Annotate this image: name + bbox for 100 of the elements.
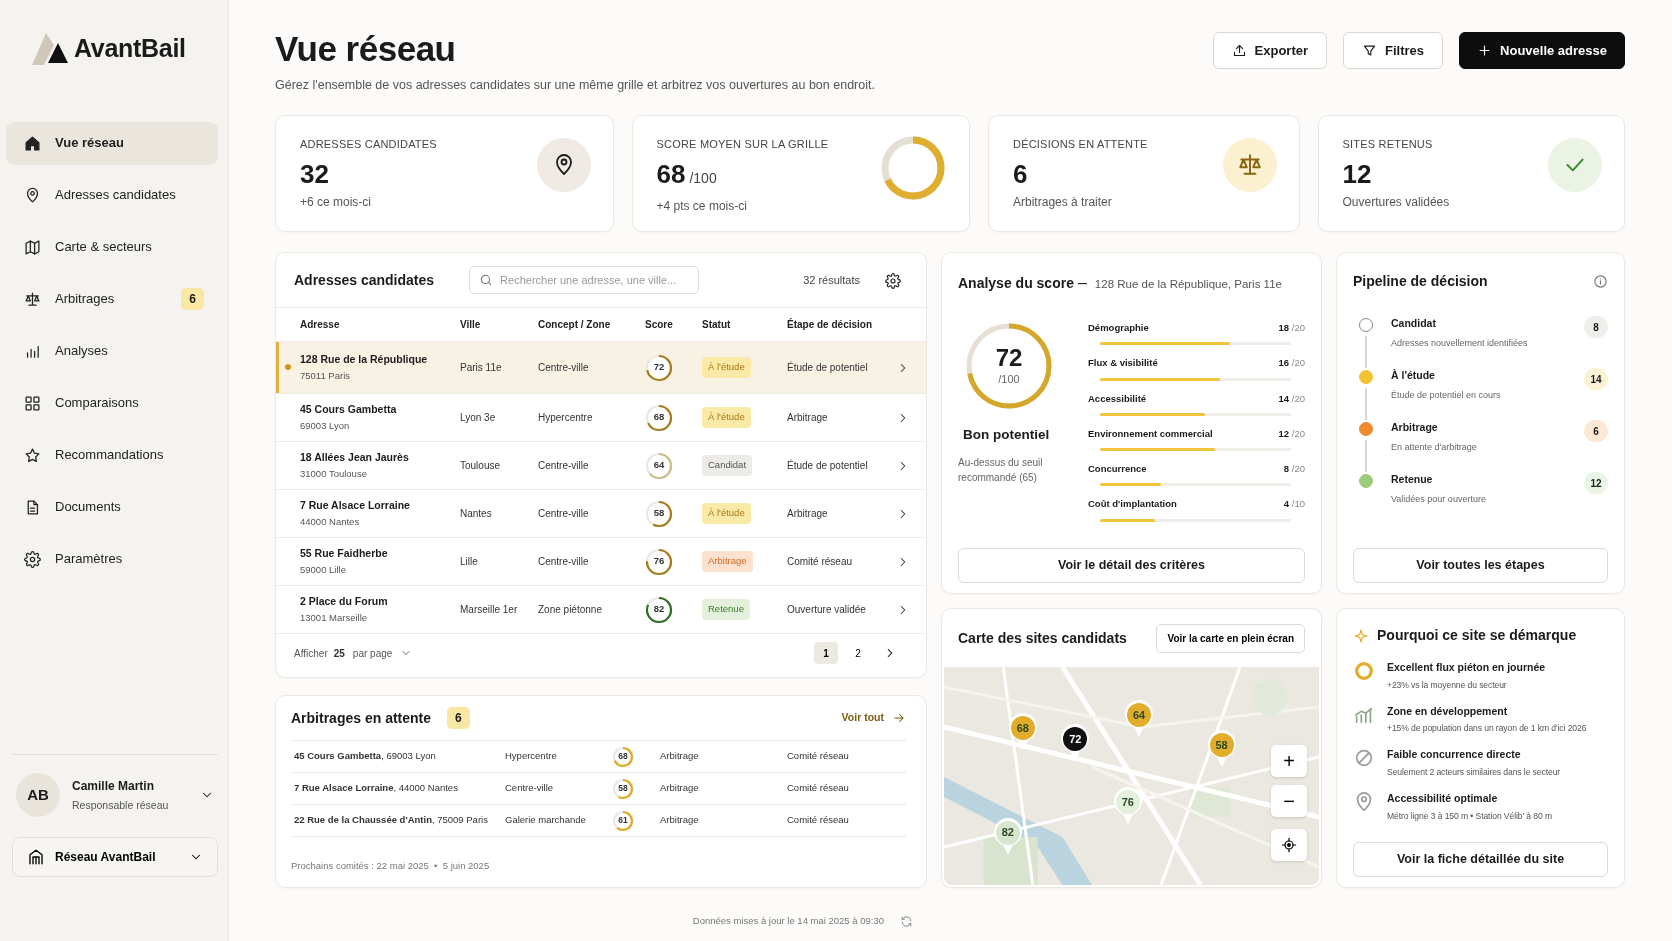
card-title: Analyse du score	[958, 274, 1074, 293]
info-icon	[1593, 274, 1608, 289]
card-subtitle: 128 Rue de la République, Paris 11e	[1094, 277, 1282, 292]
upload-icon	[1231, 43, 1247, 58]
step-name: À l'étude	[1391, 368, 1436, 383]
criterion-score: 16 /20	[1278, 356, 1305, 371]
page-button[interactable]: 1	[814, 642, 838, 664]
table-cell-text: Arbitrage	[660, 749, 700, 764]
kpi-note: Ouvertures validées	[1342, 193, 1450, 211]
reason-description: Métro ligne 3 à 150 m • Station Vélib' à 80 m	[1387, 809, 1552, 823]
kpi-label: SITES RETENUS	[1342, 137, 1434, 152]
locate-button[interactable]	[1271, 829, 1307, 861]
map-pin[interactable]: 76	[1112, 787, 1143, 826]
table-cell-text: Zone piétonne	[538, 603, 603, 617]
workspace-selector[interactable]: Réseau AvantBail	[12, 837, 218, 877]
table-cell-text: Arbitrage	[660, 781, 700, 796]
score-ring: 58	[645, 499, 673, 528]
table-row[interactable]: 18 Allées Jean Jaurès 31000 Toulouse Toulouse Centre-ville 64 Candidat Étude de potentiel	[276, 442, 926, 490]
kpi-note: Arbitrages à traiter	[1013, 193, 1113, 211]
zoom-in-button[interactable]: +	[1271, 745, 1307, 777]
postcode-text: 75011 Paris	[300, 369, 351, 384]
site-detail-button[interactable]: Voir la fiche détaillée du site	[1353, 842, 1608, 877]
criterion-score: 14 /20	[1278, 391, 1305, 406]
sidebar-item[interactable]: Carte & secteurs	[6, 225, 218, 269]
criterion-name: Coût d'implantation	[1088, 497, 1177, 512]
page-button[interactable]: 2	[846, 642, 870, 664]
postcode-text: 31000 Toulouse	[300, 467, 368, 482]
sidebar-item[interactable]: Recommandations	[6, 433, 218, 477]
see-all-link[interactable]: Voir tout	[841, 710, 906, 726]
score-ring: 64	[645, 451, 673, 480]
address-text: 55 Rue Faidherbe	[300, 545, 389, 561]
table-cell-text: Comité réseau	[787, 813, 850, 828]
map-pin[interactable]: 82	[992, 817, 1023, 856]
column-header: Étape de décision	[787, 317, 874, 332]
table-row[interactable]: 2 Place du Forum 13001 Marseille Marseille 1er Zone piétonne 82 Retenue Ouverture validée	[276, 586, 926, 634]
reason-title: Faible concurrence directe	[1387, 747, 1522, 763]
kpi-label: SCORE MOYEN SUR LA GRILLE	[656, 137, 829, 152]
table-cell-text: Hypercentre	[538, 411, 594, 425]
logo-icon	[32, 32, 70, 65]
filter-button[interactable]: Filtres	[1343, 32, 1444, 69]
address-text: 128 Rue de la République	[300, 351, 429, 367]
per-page-selector[interactable]: 25 par page	[333, 645, 413, 661]
sidebar-item[interactable]: Analyses	[6, 329, 218, 373]
sidebar-item[interactable]: Paramètres	[6, 537, 218, 581]
score-ring: 68	[612, 745, 634, 768]
sidebar-item[interactable]: Vue réseau	[6, 121, 218, 165]
table-cell-text: Ouverture validée	[787, 603, 867, 617]
sidebar-item[interactable]: Documents	[6, 485, 218, 529]
column-header: Adresse	[300, 318, 341, 332]
status-tag: Arbitrage	[702, 551, 753, 572]
criteria-detail-button[interactable]: Voir le détail des critères	[958, 548, 1305, 583]
card-title: Arbitrages en attente	[291, 708, 432, 728]
status-tag: À l'étude	[702, 503, 751, 524]
table-cell-text: Centre-ville	[538, 555, 590, 569]
search-field[interactable]: Rechercher une adresse, une ville...	[469, 266, 700, 294]
zoom-out-button[interactable]: −	[1271, 785, 1307, 817]
address-text: 45 Cours Gambetta, 69003 Lyon	[294, 749, 437, 764]
sidebar-item[interactable]: Adresses candidates	[6, 173, 218, 217]
table-row[interactable]: 55 Rue Faidherbe 59000 Lille Lille Centre-ville 76 Arbitrage Comité réseau	[276, 538, 926, 586]
address-text: 18 Allées Jean Jaurès	[300, 449, 410, 465]
export-button[interactable]: Exporter	[1212, 32, 1328, 69]
status-tag: À l'étude	[702, 407, 751, 428]
card-title: Carte des sites candidats	[958, 628, 1127, 648]
count-badge: 6	[447, 707, 470, 729]
reason-description: Seulement 2 acteurs similaires dans le secteur	[1387, 766, 1561, 779]
map-pin[interactable]: 64	[1124, 699, 1154, 738]
fullscreen-map-button[interactable]: Voir la carte en plein écran	[1156, 623, 1305, 653]
filter-icon	[1362, 43, 1378, 58]
sidebar-item[interactable]: Arbitrages 6	[6, 277, 218, 321]
table-cell-text: Lille	[460, 555, 479, 569]
column-header: Statut	[702, 318, 732, 332]
table-cell-text: Paris 11e	[460, 361, 503, 375]
step-name: Arbitrage	[1391, 420, 1439, 435]
table-cell-text: Comité réseau	[787, 749, 850, 764]
new-address-button[interactable]: Nouvelle adresse	[1459, 32, 1625, 69]
score-verdict: Bon potentiel	[963, 426, 1051, 444]
search-icon	[479, 273, 494, 287]
address-text: 7 Rue Alsace Lorraine, 44000 Nantes	[294, 781, 459, 796]
user-role: Responsable réseau	[72, 797, 170, 813]
kpi-note: +6 ce mois-ci	[300, 193, 373, 211]
address-text: 2 Place du Forum	[300, 593, 389, 609]
kpi-value: 12	[1342, 158, 1372, 189]
map-pin[interactable]: 58	[1206, 730, 1237, 769]
update-note: Données mises à jour le 14 mai 2025 à 09:30	[692, 913, 884, 928]
step-description: Étude de potentiel en cours	[1391, 388, 1501, 402]
table-cell-text: Marseille 1er	[460, 603, 519, 617]
sidebar-item[interactable]: Comparaisons	[6, 381, 218, 425]
map-pin[interactable]: 68	[1007, 713, 1038, 752]
step-count: 12	[1584, 472, 1608, 494]
kpi-value: 68	[656, 158, 686, 189]
settings-icon	[885, 272, 901, 289]
card-title: Pipeline de décision	[1353, 272, 1488, 291]
table-row[interactable]: 45 Cours Gambetta 69003 Lyon Lyon 3e Hypercentre 68 À l'étude Arbitrage	[276, 394, 926, 442]
score-ring: 61	[612, 809, 634, 832]
table-cell-text: Centre-ville	[538, 459, 590, 473]
count-badge: 6	[181, 288, 204, 310]
postcode-text: 59000 Lille	[300, 563, 347, 578]
table-row[interactable]: 7 Rue Alsace Lorraine 44000 Nantes Nantes Centre-ville 58 À l'étude Arbitrage	[276, 490, 926, 538]
all-steps-button[interactable]: Voir toutes les étapes	[1353, 548, 1608, 583]
table-row[interactable]: 128 Rue de la République 75011 Paris Paris 11e Centre-ville 72 À l'étude Étude de potentiel	[276, 342, 926, 394]
